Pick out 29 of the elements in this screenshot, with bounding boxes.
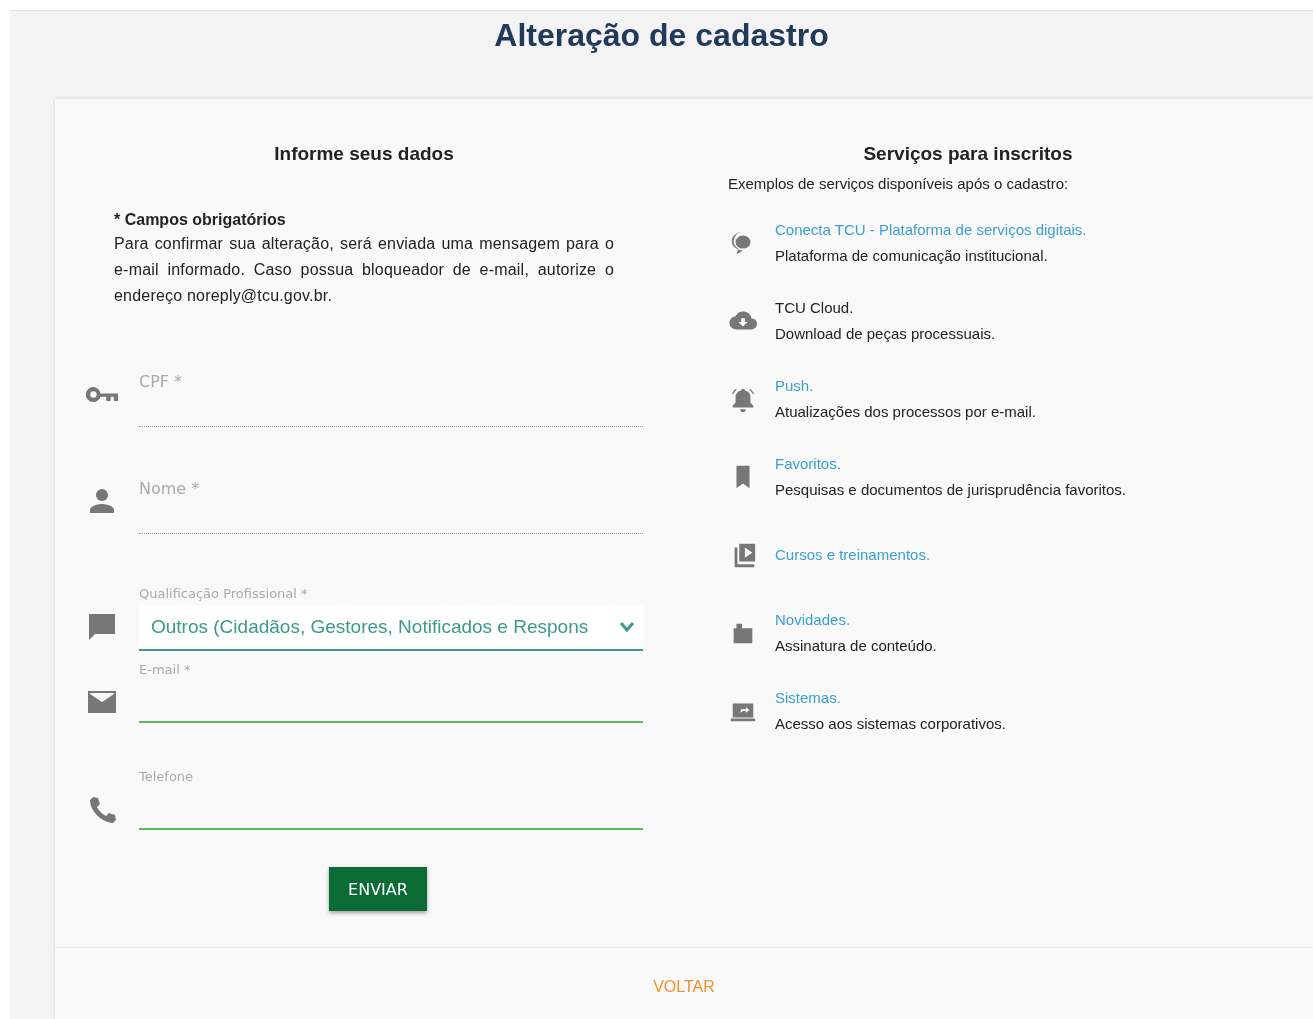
info-paragraph: Para confirmar sua alteração, será enviada uma mensagem para o e-mail informado. Caso possua bloqueador de e-mail, autorize o endereço noreply@tcu.gov.br.: [114, 234, 614, 306]
service-link[interactable]: Cursos e treinamentos.: [775, 542, 931, 568]
field-label: Qualificação Profissional *: [139, 585, 309, 603]
service-link[interactable]: Conecta TCU - Plataforma de serviços digitais.: [775, 217, 1087, 243]
service-description: Atualizações dos processos por e-mail.: [775, 402, 1036, 422]
service-link[interactable]: Favoritos.: [775, 451, 1127, 477]
services-subtitle: Exemplos de serviços disponíveis após o cadastro:: [728, 175, 1070, 192]
back-link[interactable]: VOLTAR: [653, 978, 715, 996]
section-heading: Serviços para inscritos: [862, 142, 1074, 166]
service-title: TCU Cloud.: [775, 298, 855, 318]
service-description: Assinatura de conteúdo.: [775, 636, 937, 656]
service-description: Acesso aos sistemas corporativos.: [775, 714, 1006, 734]
field-label: E-mail *: [139, 661, 192, 679]
section-heading: Informe seus dados: [273, 142, 455, 166]
submit-button[interactable]: ENVIAR: [329, 867, 427, 911]
service-description: Plataforma de comunicação institucional.: [775, 246, 1049, 266]
service-link[interactable]: Novidades.: [775, 607, 937, 633]
field-label: Telefone: [139, 768, 195, 786]
field-label: Nome *: [139, 478, 201, 500]
key-icon: [85, 387, 119, 402]
select-field[interactable]: Outros (Cidadãos, Gestores, Notificados e Respons: [139, 605, 643, 651]
service-description: Download de peças processuais.: [775, 324, 996, 344]
service-description: Pesquisas e documentos de jurisprudência favoritos.: [775, 480, 1127, 500]
page-title: Alteração de cadastro: [493, 16, 830, 55]
service-link[interactable]: Sistemas.: [775, 685, 1006, 711]
service-link[interactable]: Push.: [775, 373, 1036, 399]
required-note: * Campos obrigatórios: [114, 211, 287, 229]
chevron-down-icon: [619, 621, 635, 633]
field-label: CPF *: [139, 371, 184, 393]
